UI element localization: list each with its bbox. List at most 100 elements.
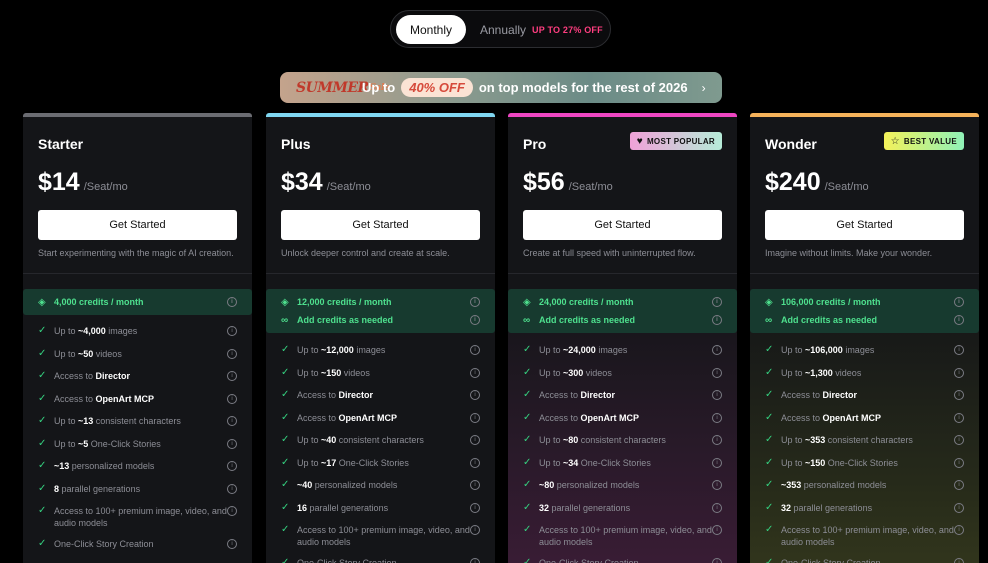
feature-highlight: ~80 (539, 480, 555, 490)
feature-highlight: ~17 (321, 457, 337, 468)
feature-text: 32 parallel generations (781, 502, 873, 513)
feature-item: ✓ Access to OpenArt MCP i (281, 412, 480, 435)
star-icon: ☆ (890, 135, 900, 147)
credits-box: ◈ 106,000 credits / month i ∞ Add credits as… (750, 289, 979, 333)
info-icon[interactable]: i (470, 435, 480, 445)
get-started-button[interactable]: Get Started (38, 210, 237, 240)
feature-highlight: ~106,000 (805, 345, 843, 355)
info-icon[interactable]: i (470, 412, 480, 423)
feature-item: ✓ 8 parallel generations i (38, 483, 237, 506)
feature-text: Up to ~50 videos (54, 348, 122, 359)
annual-option[interactable]: Annually UP TO 27% OFF (480, 15, 603, 44)
check-icon: ✓ (281, 434, 290, 445)
price-period: /Seat/mo (83, 181, 128, 193)
check-icon: ✓ (38, 325, 47, 336)
info-icon[interactable]: i (227, 416, 237, 426)
check-icon: ✓ (523, 501, 532, 513)
info-icon[interactable]: i (954, 367, 964, 378)
info-icon[interactable]: i (712, 457, 722, 468)
card-divider (508, 273, 737, 274)
feature-item: ✓ 32 parallel generations i (765, 502, 964, 525)
info-icon[interactable]: i (227, 438, 237, 449)
info-icon[interactable]: i (470, 558, 480, 563)
get-started-button[interactable]: Get Started (281, 210, 480, 240)
monthly-option[interactable]: Monthly (396, 15, 466, 44)
info-icon[interactable]: i (470, 525, 480, 535)
info-icon[interactable]: i (470, 367, 480, 378)
info-icon[interactable]: i (712, 297, 722, 307)
get-started-button[interactable]: Get Started (523, 210, 722, 240)
infinity-icon: ∞ (281, 314, 289, 326)
info-icon[interactable]: i (954, 297, 964, 307)
info-icon[interactable]: i (227, 371, 237, 381)
feature-item: ✓ Access to Director i (765, 389, 964, 412)
feature-highlight: ~34 (563, 457, 579, 468)
info-icon[interactable]: i (954, 558, 964, 563)
info-icon[interactable]: i (712, 480, 722, 490)
info-icon[interactable]: i (954, 525, 964, 535)
info-icon[interactable]: i (712, 390, 722, 400)
feature-text: Up to ~5 One-Click Stories (54, 438, 161, 449)
add-credits-row-label: Add credits as needed (539, 315, 636, 325)
info-icon[interactable]: i (954, 435, 964, 445)
credits-row-label: 4,000 credits / month (54, 297, 144, 307)
price-amount: $34 (281, 168, 323, 196)
feature-item: ✓ Up to ~24,000 images i (523, 344, 722, 367)
info-icon[interactable]: i (227, 506, 237, 516)
feature-highlight: ~4,000 (78, 326, 106, 336)
info-icon[interactable]: i (954, 345, 964, 355)
info-icon[interactable]: i (470, 502, 480, 513)
price-period: /Seat/mo (824, 181, 869, 193)
feature-text: One-Click Story Creation (54, 539, 154, 549)
info-icon[interactable]: i (470, 457, 480, 468)
info-icon[interactable]: i (470, 480, 480, 490)
feature-highlight: ~12,000 (321, 345, 354, 355)
check-icon: ✓ (523, 524, 532, 535)
info-icon[interactable]: i (712, 525, 722, 535)
feature-highlight: ~50 (78, 348, 94, 359)
info-icon[interactable]: i (954, 502, 964, 513)
info-icon[interactable]: i (227, 539, 237, 549)
info-icon[interactable]: i (712, 345, 722, 355)
check-icon: ✓ (281, 557, 290, 563)
feature-highlight: OpenArt MCP (338, 412, 398, 423)
feature-highlight: ~150 (805, 457, 826, 468)
info-icon[interactable]: i (227, 461, 237, 471)
info-icon[interactable]: i (227, 297, 237, 307)
feature-highlight: Director (95, 371, 131, 381)
info-icon[interactable]: i (954, 412, 964, 423)
info-icon[interactable]: i (954, 480, 964, 490)
info-icon[interactable]: i (712, 558, 722, 563)
check-icon: ✓ (38, 460, 47, 471)
feature-highlight: 32 (539, 502, 550, 513)
add-credits-row-label: Add credits as needed (297, 315, 394, 325)
info-icon[interactable]: i (470, 315, 480, 325)
info-icon[interactable]: i (712, 315, 722, 325)
price-amount: $56 (523, 168, 565, 196)
info-icon[interactable]: i (712, 435, 722, 445)
summer-sale-banner[interactable]: SUMMER Sale Up to 40% OFF on top models f… (280, 72, 722, 103)
info-icon[interactable]: i (227, 326, 237, 336)
plan-card-wonder: Wonder ☆ BEST VALUE $240/Seat/mo Get Started… (750, 113, 979, 563)
info-icon[interactable]: i (470, 345, 480, 355)
info-icon[interactable]: i (712, 502, 722, 513)
info-icon[interactable]: i (470, 390, 480, 400)
price-period: /Seat/mo (326, 181, 371, 193)
info-icon[interactable]: i (712, 412, 722, 423)
feature-text: Up to ~34 One-Click Stories (539, 457, 651, 468)
get-started-button[interactable]: Get Started (765, 210, 964, 240)
feature-item: ✓ Up to ~1,300 videos i (765, 367, 964, 390)
feature-highlight: ~300 (563, 367, 584, 378)
info-icon[interactable]: i (712, 367, 722, 378)
info-icon[interactable]: i (470, 297, 480, 307)
feature-text: Up to ~24,000 images (539, 345, 628, 355)
info-icon[interactable]: i (227, 348, 237, 359)
feature-highlight: ~40 (297, 480, 313, 490)
info-icon[interactable]: i (954, 390, 964, 400)
info-icon[interactable]: i (954, 457, 964, 468)
info-icon[interactable]: i (227, 393, 237, 404)
info-icon[interactable]: i (954, 315, 964, 325)
info-icon[interactable]: i (227, 483, 237, 494)
price-amount: $240 (765, 168, 821, 196)
check-icon: ✓ (38, 482, 47, 494)
